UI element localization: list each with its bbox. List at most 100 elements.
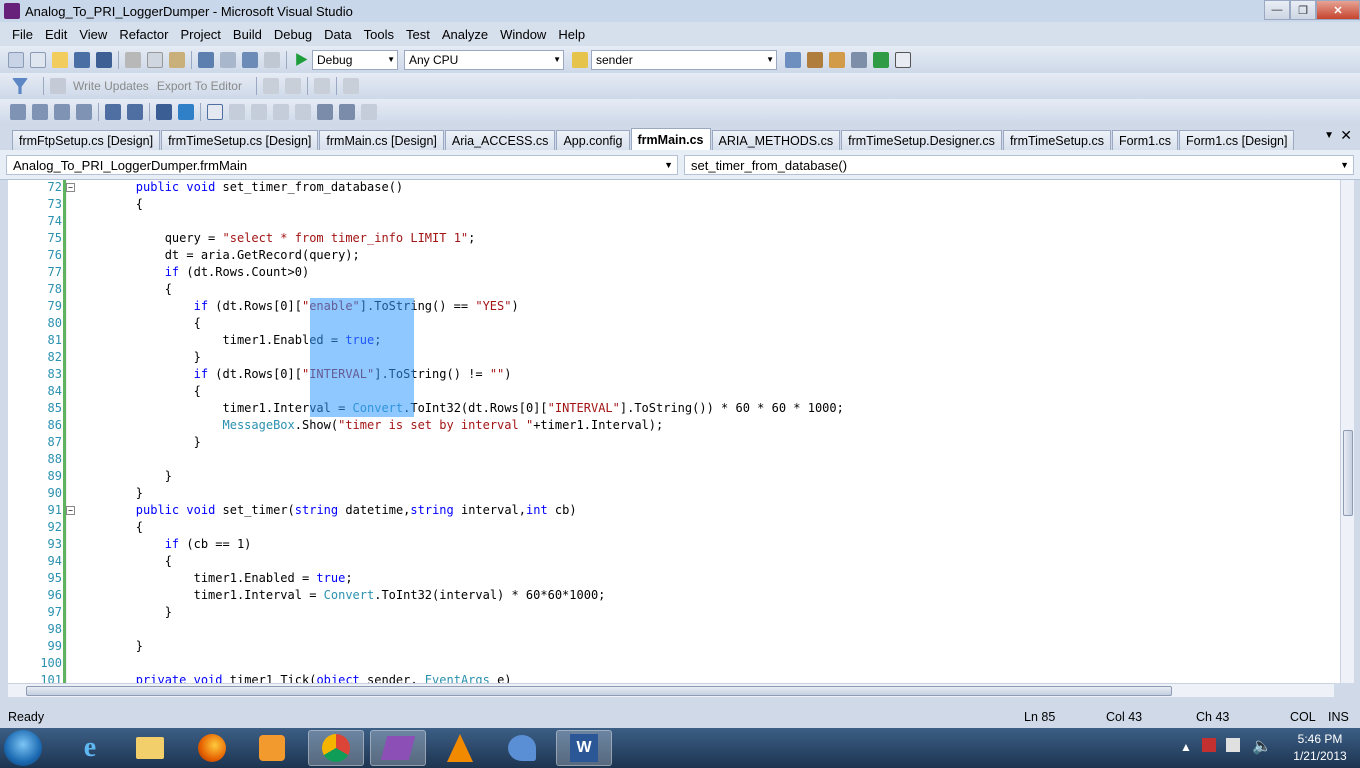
code-line[interactable]: 72− public void set_timer_from_database(… — [8, 180, 1340, 196]
filter-icon[interactable] — [12, 78, 28, 94]
dolphin-icon[interactable] — [494, 730, 550, 766]
word-icon[interactable]: W — [556, 730, 612, 766]
menu-help[interactable]: Help — [552, 27, 591, 42]
platform-dropdown[interactable]: Any CPU ▼ — [404, 49, 564, 70]
code-line[interactable]: 93 if (cb == 1) — [8, 536, 1340, 553]
refresh-data-icon[interactable] — [50, 78, 66, 94]
tab-aria-access[interactable]: Aria_ACCESS.cs — [444, 130, 556, 150]
code-line[interactable]: 78 { — [8, 281, 1340, 298]
add-item-icon[interactable] — [30, 51, 46, 68]
menu-project[interactable]: Project — [174, 27, 226, 42]
chevron-down-icon[interactable]: ▼ — [1324, 130, 1334, 141]
find-combo[interactable]: sender ▼ — [591, 49, 777, 70]
code-line[interactable]: 99 } — [8, 638, 1340, 655]
show-hidden-icons[interactable]: ▲ — [1180, 740, 1192, 754]
menu-debug[interactable]: Debug — [268, 27, 318, 42]
previous-bookmark-icon[interactable] — [229, 104, 245, 120]
toggle-bookmark-icon[interactable] — [317, 104, 333, 120]
menu-file[interactable]: File — [6, 27, 39, 42]
cut-icon[interactable] — [125, 51, 141, 68]
firefox-icon[interactable] — [184, 730, 240, 766]
export-to-editor-button[interactable]: Export To Editor — [157, 79, 242, 93]
bookmark-window-icon[interactable] — [361, 104, 377, 120]
collapse-icon[interactable]: − — [66, 183, 75, 192]
code-line[interactable]: 96 timer1.Interval = Convert.ToInt32(int… — [8, 587, 1340, 604]
code-line[interactable]: 79 if (dt.Rows[0]["enable"].ToString() =… — [8, 298, 1340, 315]
configuration-dropdown[interactable]: Debug ▼ — [312, 49, 398, 70]
solution-explorer-icon[interactable] — [785, 51, 801, 68]
vertical-scroll-thumb[interactable] — [1343, 430, 1353, 516]
navigate-forward-icon[interactable] — [264, 51, 280, 68]
collapse-icon[interactable]: − — [66, 506, 75, 515]
network-alert-icon[interactable] — [1202, 738, 1216, 752]
code-line[interactable]: 87 } — [8, 434, 1340, 451]
code-line[interactable]: 74 — [8, 213, 1340, 230]
save-all-icon[interactable] — [96, 51, 112, 68]
code-line[interactable]: 98 — [8, 621, 1340, 638]
code-line[interactable]: 91− public void set_timer(string datetim… — [8, 502, 1340, 519]
minimize-button[interactable]: — — [1264, 0, 1290, 20]
file-explorer-icon[interactable] — [122, 730, 178, 766]
make-same-size-icon[interactable] — [76, 104, 92, 120]
clock-date[interactable]: 1/21/2013 — [1282, 749, 1358, 763]
undo-icon[interactable] — [198, 51, 214, 68]
code-line[interactable]: 76 dt = aria.GetRecord(query); — [8, 247, 1340, 264]
object-browser-icon[interactable] — [829, 51, 845, 68]
code-editor[interactable]: 72− public void set_timer_from_database(… — [8, 180, 1340, 683]
code-line[interactable]: 86 MessageBox.Show("timer is set by inte… — [8, 417, 1340, 434]
tab-frmftpsetup-design[interactable]: frmFtpSetup.cs [Design] — [12, 130, 161, 150]
next-bookmark-icon[interactable] — [251, 104, 267, 120]
menu-build[interactable]: Build — [227, 27, 268, 42]
query-icon[interactable] — [262, 78, 279, 94]
tab-form1[interactable]: Form1.cs — [1111, 130, 1179, 150]
visual-studio-icon[interactable] — [370, 730, 426, 766]
horizontal-scrollbar[interactable] — [8, 683, 1334, 697]
code-line[interactable]: 90 } — [8, 485, 1340, 502]
code-line[interactable]: 100 — [8, 655, 1340, 672]
chrome-icon[interactable] — [308, 730, 364, 766]
maximize-button[interactable]: ❐ — [1290, 0, 1316, 20]
redo-icon[interactable] — [220, 51, 236, 68]
action-center-icon[interactable] — [1226, 738, 1240, 752]
menu-test[interactable]: Test — [400, 27, 436, 42]
tab-frmtimesetup-design[interactable]: frmTimeSetup.cs [Design] — [161, 130, 319, 150]
tab-frmtimesetup-designer[interactable]: frmTimeSetup.Designer.cs — [841, 130, 1002, 150]
menu-window[interactable]: Window — [494, 27, 552, 42]
class-dropdown[interactable]: Analog_To_PRI_LoggerDumper.frmMain ▼ — [6, 155, 678, 175]
menu-edit[interactable]: Edit — [39, 27, 73, 42]
menu-tools[interactable]: Tools — [358, 27, 400, 42]
sql-icon[interactable] — [284, 78, 301, 94]
tab-form1-design[interactable]: Form1.cs [Design] — [1179, 130, 1295, 150]
save-icon[interactable] — [74, 51, 90, 68]
decrease-indent-icon[interactable] — [105, 104, 121, 120]
code-line[interactable]: 81 timer1.Enabled = true; — [8, 332, 1340, 349]
uncomment-icon[interactable] — [178, 104, 194, 120]
media-player-icon[interactable] — [244, 730, 300, 766]
start-debugging-icon[interactable] — [296, 53, 308, 66]
write-updates-button[interactable]: Write Updates — [73, 79, 149, 93]
stop-icon[interactable] — [313, 78, 330, 94]
code-line[interactable]: 85 timer1.Interval = Convert.ToInt32(dt.… — [8, 400, 1340, 417]
code-line[interactable]: 101 private void timer1_Tick(object send… — [8, 672, 1340, 683]
vlc-icon[interactable] — [432, 730, 488, 766]
copy-icon[interactable] — [147, 51, 163, 68]
previous-bookmark-in-folder-icon[interactable] — [273, 104, 289, 120]
code-line[interactable]: 97 } — [8, 604, 1340, 621]
menu-refactor[interactable]: Refactor — [113, 27, 174, 42]
open-folder-icon[interactable] — [52, 51, 68, 68]
navigate-backward-icon[interactable] — [242, 51, 258, 68]
bookmark-icon[interactable] — [207, 104, 223, 120]
code-line[interactable]: 84 { — [8, 383, 1340, 400]
paste-icon[interactable] — [169, 51, 185, 68]
code-line[interactable]: 94 { — [8, 553, 1340, 570]
code-line[interactable]: 77 if (dt.Rows.Count>0) — [8, 264, 1340, 281]
clock-time[interactable]: 5:46 PM — [1288, 732, 1352, 746]
clear-bookmarks-icon[interactable] — [339, 104, 355, 120]
member-dropdown[interactable]: set_timer_from_database() ▼ — [684, 155, 1354, 175]
code-line[interactable]: 75 query = "select * from timer_info LIM… — [8, 230, 1340, 247]
code-line[interactable]: 80 { — [8, 315, 1340, 332]
start-button[interactable] — [4, 730, 42, 766]
toolbox-icon[interactable] — [851, 51, 867, 68]
tab-app-config[interactable]: App.config — [556, 130, 630, 150]
code-line[interactable]: 92 { — [8, 519, 1340, 536]
